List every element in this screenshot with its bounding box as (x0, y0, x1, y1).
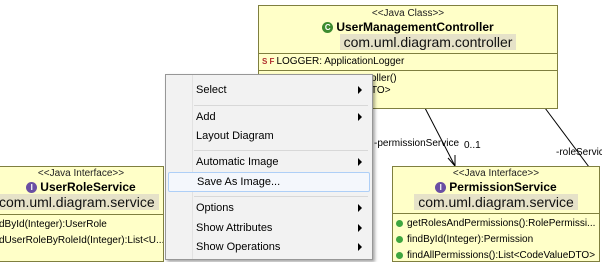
permission-multiplicity: 0..1 (464, 140, 481, 151)
static-final-icon: S F (262, 57, 275, 66)
menu-item-layout-diagram[interactable]: Layout Diagram (168, 126, 370, 146)
interface-package: com.uml.diagram.service (414, 194, 578, 210)
menu-item-options[interactable]: Options (168, 198, 370, 218)
interface-title: I UserRoleService (0, 180, 163, 194)
class-package: com.uml.diagram.controller (339, 34, 517, 50)
public-method-icon (396, 219, 403, 227)
method-row: dUserRoleByRoleId(Integer):List<U... (0, 235, 164, 246)
menu-separator (194, 105, 368, 106)
menu-separator (194, 196, 368, 197)
context-menu: Select Add Layout Diagram Automatic Imag… (165, 74, 373, 260)
menu-item-select[interactable]: Select (168, 80, 370, 100)
role-edge-label: -roleServic (556, 147, 602, 158)
permission-service-interface[interactable]: <<Java Interface>> I PermissionService co… (392, 166, 600, 262)
interface-name: UserRoleService (40, 180, 136, 194)
submenu-arrow-icon (358, 224, 362, 232)
menu-item-show-operations[interactable]: Show Operations (168, 237, 370, 257)
class-icon: C (322, 22, 334, 34)
menu-separator (194, 150, 368, 151)
interface-icon: I (435, 182, 447, 194)
submenu-arrow-icon (358, 158, 362, 166)
method-row: findById(Integer):Permission (393, 232, 599, 248)
menu-item-automatic-image[interactable]: Automatic Image (168, 152, 370, 172)
menu-item-add[interactable]: Add (168, 107, 370, 127)
method-row: dById(Integer):UserRole (0, 219, 107, 230)
class-title: C UserManagementController (259, 20, 557, 34)
interface-package: com.uml.diagram.service (0, 194, 159, 210)
interface-stereotype: <<Java Interface>> (37, 168, 125, 179)
interface-name: PermissionService (449, 180, 557, 194)
user-role-service-interface[interactable]: <<Java Interface>> I UserRoleService com.… (0, 166, 164, 262)
permission-edge-label: -permissionService (374, 138, 460, 149)
submenu-arrow-icon (358, 113, 362, 121)
menu-item-save-as-image[interactable]: Save As Image... (168, 172, 370, 192)
method-row: findAllPermissions():List<CodeValueDTO> (393, 248, 599, 261)
field-row: S F LOGGER: ApplicationLogger (262, 56, 405, 67)
public-method-icon (396, 251, 403, 259)
submenu-arrow-icon (358, 243, 362, 251)
menu-item-show-attributes[interactable]: Show Attributes (168, 218, 370, 238)
method-row: getRolesAndPermissions():RolePermissi... (393, 216, 599, 232)
interface-stereotype: <<Java Interface>> (452, 168, 540, 179)
class-name: UserManagementController (336, 20, 494, 34)
interface-title: I PermissionService (393, 180, 599, 194)
class-stereotype: <<Java Class>> (371, 8, 445, 19)
interface-icon: I (26, 182, 38, 194)
submenu-arrow-icon (358, 86, 362, 94)
submenu-arrow-icon (358, 204, 362, 212)
public-method-icon (396, 235, 403, 243)
